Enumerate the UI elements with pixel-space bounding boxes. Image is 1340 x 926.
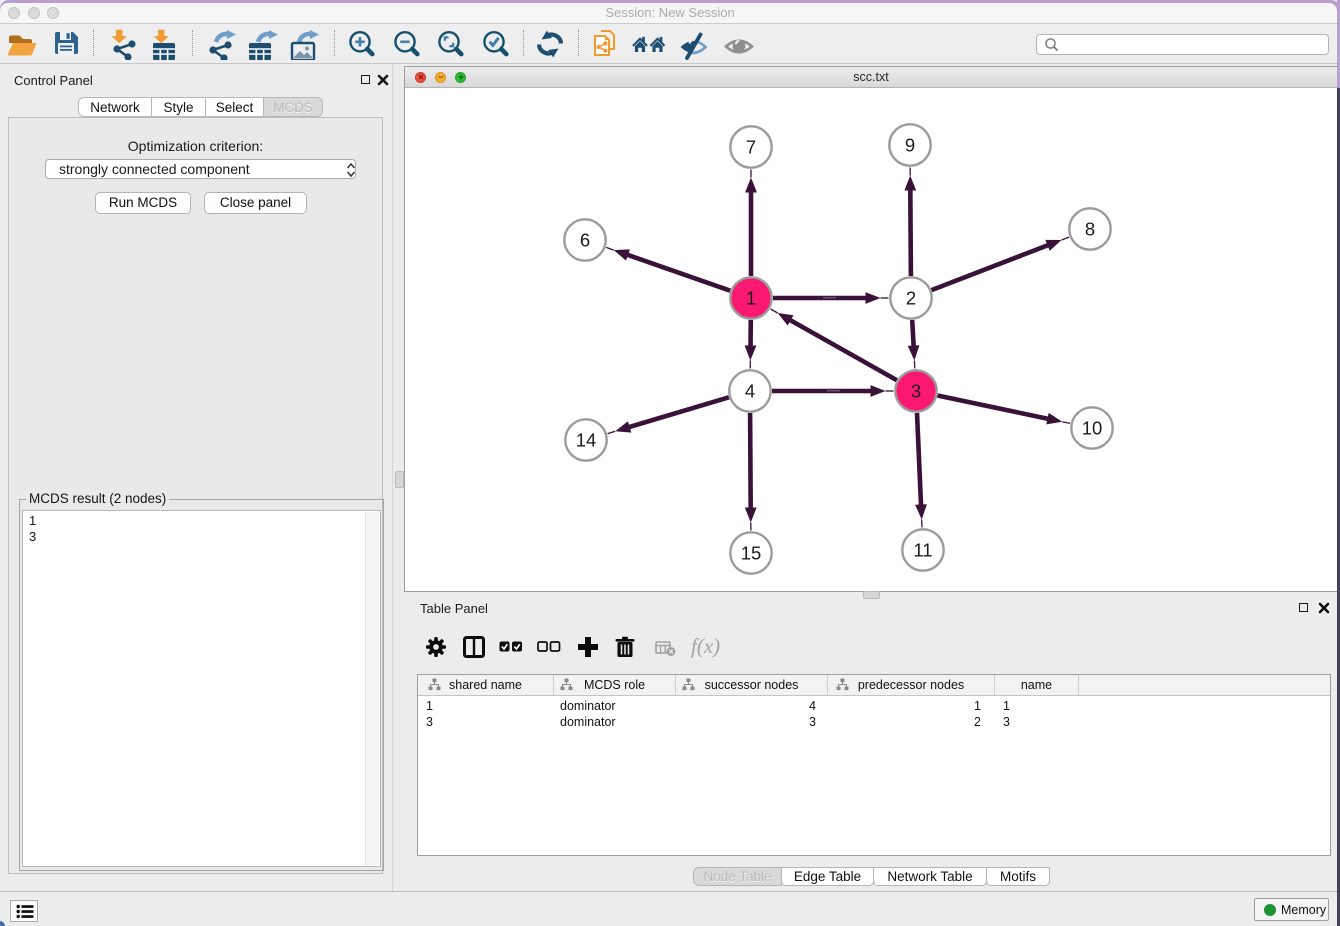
svg-text:3: 3 [911,381,921,402]
svg-text:14: 14 [576,430,597,451]
svg-text:2: 2 [906,288,916,309]
svg-text:9: 9 [905,135,915,156]
svg-text:6: 6 [580,230,590,251]
svg-text:7: 7 [746,137,756,158]
svg-text:11: 11 [913,540,932,561]
svg-text:4: 4 [745,381,755,402]
svg-text:1: 1 [746,288,756,309]
svg-text:10: 10 [1082,418,1103,439]
svg-text:8: 8 [1085,219,1095,240]
svg-text:15: 15 [741,543,762,564]
